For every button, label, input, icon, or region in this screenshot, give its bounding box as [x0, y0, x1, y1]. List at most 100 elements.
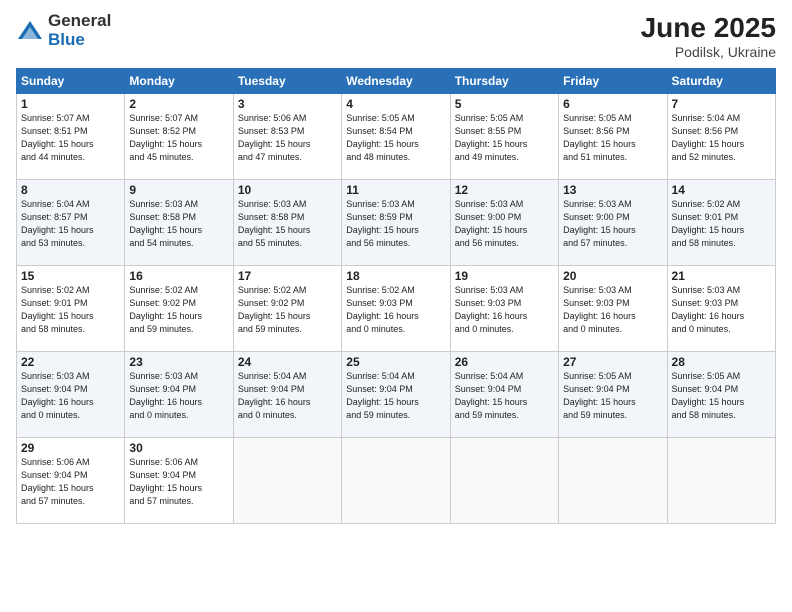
day-info: Sunrise: 5:06 AMSunset: 9:04 PMDaylight:… — [21, 457, 94, 506]
calendar-cell: 13 Sunrise: 5:03 AMSunset: 9:00 PMDaylig… — [559, 180, 667, 266]
day-number: 19 — [455, 269, 554, 283]
day-info: Sunrise: 5:04 AMSunset: 8:56 PMDaylight:… — [672, 113, 745, 162]
header: General Blue June 2025 Podilsk, Ukraine — [16, 12, 776, 60]
day-number: 24 — [238, 355, 337, 369]
day-number: 12 — [455, 183, 554, 197]
day-number: 18 — [346, 269, 445, 283]
day-info: Sunrise: 5:05 AMSunset: 8:55 PMDaylight:… — [455, 113, 528, 162]
calendar-cell — [559, 438, 667, 524]
weekday-wednesday: Wednesday — [342, 69, 450, 94]
calendar-cell: 23 Sunrise: 5:03 AMSunset: 9:04 PMDaylig… — [125, 352, 233, 438]
day-info: Sunrise: 5:03 AMSunset: 9:04 PMDaylight:… — [129, 371, 202, 420]
weekday-friday: Friday — [559, 69, 667, 94]
day-info: Sunrise: 5:02 AMSunset: 9:03 PMDaylight:… — [346, 285, 419, 334]
calendar-cell: 4 Sunrise: 5:05 AMSunset: 8:54 PMDayligh… — [342, 94, 450, 180]
weekday-monday: Monday — [125, 69, 233, 94]
calendar-cell: 8 Sunrise: 5:04 AMSunset: 8:57 PMDayligh… — [17, 180, 125, 266]
page: General Blue June 2025 Podilsk, Ukraine … — [0, 0, 792, 612]
day-info: Sunrise: 5:03 AMSunset: 8:58 PMDaylight:… — [238, 199, 311, 248]
day-info: Sunrise: 5:02 AMSunset: 9:02 PMDaylight:… — [129, 285, 202, 334]
calendar-cell: 1 Sunrise: 5:07 AMSunset: 8:51 PMDayligh… — [17, 94, 125, 180]
calendar-cell: 26 Sunrise: 5:04 AMSunset: 9:04 PMDaylig… — [450, 352, 558, 438]
day-number: 5 — [455, 97, 554, 111]
calendar-cell — [342, 438, 450, 524]
day-info: Sunrise: 5:03 AMSunset: 9:03 PMDaylight:… — [672, 285, 745, 334]
calendar-cell: 18 Sunrise: 5:02 AMSunset: 9:03 PMDaylig… — [342, 266, 450, 352]
day-number: 4 — [346, 97, 445, 111]
day-info: Sunrise: 5:04 AMSunset: 9:04 PMDaylight:… — [455, 371, 528, 420]
day-info: Sunrise: 5:07 AMSunset: 8:52 PMDaylight:… — [129, 113, 202, 162]
day-info: Sunrise: 5:03 AMSunset: 9:03 PMDaylight:… — [563, 285, 636, 334]
calendar-cell: 25 Sunrise: 5:04 AMSunset: 9:04 PMDaylig… — [342, 352, 450, 438]
weekday-tuesday: Tuesday — [233, 69, 341, 94]
day-info: Sunrise: 5:03 AMSunset: 9:00 PMDaylight:… — [455, 199, 528, 248]
logo-blue-text: Blue — [48, 31, 111, 50]
day-number: 7 — [672, 97, 771, 111]
calendar-cell: 28 Sunrise: 5:05 AMSunset: 9:04 PMDaylig… — [667, 352, 775, 438]
calendar-table: SundayMondayTuesdayWednesdayThursdayFrid… — [16, 68, 776, 524]
calendar-cell: 11 Sunrise: 5:03 AMSunset: 8:59 PMDaylig… — [342, 180, 450, 266]
day-number: 16 — [129, 269, 228, 283]
weekday-sunday: Sunday — [17, 69, 125, 94]
day-info: Sunrise: 5:02 AMSunset: 9:02 PMDaylight:… — [238, 285, 311, 334]
day-number: 17 — [238, 269, 337, 283]
calendar-cell: 10 Sunrise: 5:03 AMSunset: 8:58 PMDaylig… — [233, 180, 341, 266]
logo: General Blue — [16, 12, 111, 49]
calendar-cell — [233, 438, 341, 524]
calendar-week-5: 29 Sunrise: 5:06 AMSunset: 9:04 PMDaylig… — [17, 438, 776, 524]
day-info: Sunrise: 5:04 AMSunset: 9:04 PMDaylight:… — [238, 371, 311, 420]
day-number: 29 — [21, 441, 120, 455]
day-info: Sunrise: 5:06 AMSunset: 8:53 PMDaylight:… — [238, 113, 311, 162]
logo-general-text: General — [48, 12, 111, 31]
calendar-cell: 15 Sunrise: 5:02 AMSunset: 9:01 PMDaylig… — [17, 266, 125, 352]
calendar-cell: 20 Sunrise: 5:03 AMSunset: 9:03 PMDaylig… — [559, 266, 667, 352]
day-info: Sunrise: 5:05 AMSunset: 9:04 PMDaylight:… — [563, 371, 636, 420]
title-location: Podilsk, Ukraine — [641, 44, 776, 60]
day-info: Sunrise: 5:04 AMSunset: 8:57 PMDaylight:… — [21, 199, 94, 248]
calendar-cell — [450, 438, 558, 524]
day-number: 6 — [563, 97, 662, 111]
day-info: Sunrise: 5:04 AMSunset: 9:04 PMDaylight:… — [346, 371, 419, 420]
day-info: Sunrise: 5:03 AMSunset: 9:04 PMDaylight:… — [21, 371, 94, 420]
calendar-cell: 16 Sunrise: 5:02 AMSunset: 9:02 PMDaylig… — [125, 266, 233, 352]
day-info: Sunrise: 5:06 AMSunset: 9:04 PMDaylight:… — [129, 457, 202, 506]
day-number: 1 — [21, 97, 120, 111]
calendar-cell: 29 Sunrise: 5:06 AMSunset: 9:04 PMDaylig… — [17, 438, 125, 524]
calendar-cell: 3 Sunrise: 5:06 AMSunset: 8:53 PMDayligh… — [233, 94, 341, 180]
day-info: Sunrise: 5:03 AMSunset: 9:00 PMDaylight:… — [563, 199, 636, 248]
calendar-week-2: 8 Sunrise: 5:04 AMSunset: 8:57 PMDayligh… — [17, 180, 776, 266]
day-info: Sunrise: 5:05 AMSunset: 9:04 PMDaylight:… — [672, 371, 745, 420]
calendar-cell: 7 Sunrise: 5:04 AMSunset: 8:56 PMDayligh… — [667, 94, 775, 180]
calendar-cell: 30 Sunrise: 5:06 AMSunset: 9:04 PMDaylig… — [125, 438, 233, 524]
day-number: 22 — [21, 355, 120, 369]
day-info: Sunrise: 5:02 AMSunset: 9:01 PMDaylight:… — [672, 199, 745, 248]
day-number: 15 — [21, 269, 120, 283]
calendar-cell: 19 Sunrise: 5:03 AMSunset: 9:03 PMDaylig… — [450, 266, 558, 352]
day-number: 27 — [563, 355, 662, 369]
day-number: 14 — [672, 183, 771, 197]
day-number: 20 — [563, 269, 662, 283]
day-info: Sunrise: 5:03 AMSunset: 8:59 PMDaylight:… — [346, 199, 419, 248]
day-info: Sunrise: 5:02 AMSunset: 9:01 PMDaylight:… — [21, 285, 94, 334]
calendar-cell: 21 Sunrise: 5:03 AMSunset: 9:03 PMDaylig… — [667, 266, 775, 352]
day-info: Sunrise: 5:07 AMSunset: 8:51 PMDaylight:… — [21, 113, 94, 162]
calendar-cell: 24 Sunrise: 5:04 AMSunset: 9:04 PMDaylig… — [233, 352, 341, 438]
day-number: 2 — [129, 97, 228, 111]
title-block: June 2025 Podilsk, Ukraine — [641, 12, 776, 60]
day-number: 25 — [346, 355, 445, 369]
day-number: 13 — [563, 183, 662, 197]
day-number: 26 — [455, 355, 554, 369]
day-number: 21 — [672, 269, 771, 283]
logo-text: General Blue — [48, 12, 111, 49]
calendar-cell: 2 Sunrise: 5:07 AMSunset: 8:52 PMDayligh… — [125, 94, 233, 180]
calendar-cell: 14 Sunrise: 5:02 AMSunset: 9:01 PMDaylig… — [667, 180, 775, 266]
day-number: 3 — [238, 97, 337, 111]
day-number: 8 — [21, 183, 120, 197]
calendar-week-3: 15 Sunrise: 5:02 AMSunset: 9:01 PMDaylig… — [17, 266, 776, 352]
calendar-cell: 27 Sunrise: 5:05 AMSunset: 9:04 PMDaylig… — [559, 352, 667, 438]
weekday-saturday: Saturday — [667, 69, 775, 94]
title-month: June 2025 — [641, 12, 776, 44]
day-number: 9 — [129, 183, 228, 197]
calendar-cell: 22 Sunrise: 5:03 AMSunset: 9:04 PMDaylig… — [17, 352, 125, 438]
logo-icon — [16, 17, 44, 45]
